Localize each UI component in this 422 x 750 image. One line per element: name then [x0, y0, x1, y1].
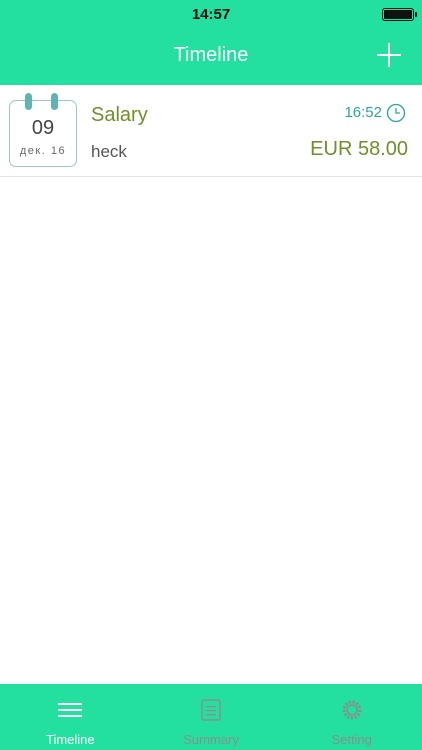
gear-icon — [342, 700, 362, 720]
entry-month-year: дек. 16 — [19, 145, 67, 157]
menu-lines-icon — [58, 703, 83, 717]
entry-amount: EUR 58.00 — [310, 138, 408, 160]
tab-summary[interactable]: Summary — [141, 684, 282, 750]
tab-label: Setting — [331, 732, 372, 747]
tab-bar: Timeline Summary Setting — [0, 684, 422, 750]
calendar-icon: 09 дек. 16 — [9, 93, 77, 167]
entry-note: heck — [91, 142, 127, 161]
entry-title: Salary — [91, 104, 148, 126]
calendar-ring — [51, 93, 58, 110]
battery-icon — [382, 8, 417, 21]
tab-timeline[interactable]: Timeline — [0, 684, 141, 750]
add-entry-button[interactable] — [376, 42, 402, 68]
status-time: 14:57 — [191, 6, 231, 23]
clock-icon — [386, 103, 406, 123]
screen: 14:57 Timeline 09 дек. 16 Salary heck 16… — [0, 0, 422, 750]
timeline-entry[interactable]: 09 дек. 16 Salary heck 16:52 EUR 58.00 — [0, 85, 422, 177]
calendar-ring — [25, 93, 32, 110]
top-bar: 14:57 Timeline — [0, 0, 422, 85]
entry-day: 09 — [31, 117, 55, 139]
tab-label: Summary — [183, 732, 239, 747]
tab-setting[interactable]: Setting — [281, 684, 422, 750]
tab-label: Timeline — [46, 732, 95, 747]
entry-time: 16:52 — [344, 104, 382, 121]
document-icon — [201, 699, 221, 721]
page-title: Timeline — [173, 44, 249, 66]
